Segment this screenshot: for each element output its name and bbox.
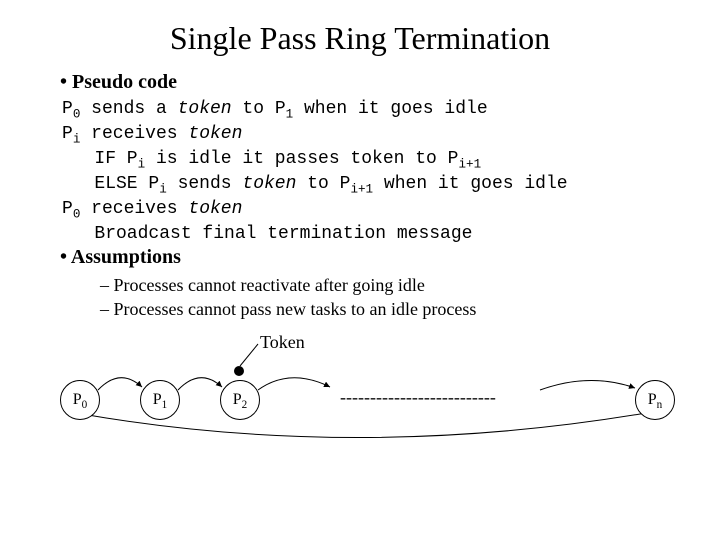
pseudocode-block: P0 sends a token to P1 when it goes idle…	[62, 98, 680, 246]
node-p1: P1	[140, 380, 180, 420]
ring-diagram: Token P0 P1 P2 -------------------------…	[40, 332, 680, 452]
assumption-item: Processes cannot reactivate after going …	[100, 273, 680, 297]
page-title: Single Pass Ring Termination	[40, 20, 680, 57]
section-pseudocode: Pseudo code	[60, 71, 680, 94]
node-p2: P2	[220, 380, 260, 420]
section-assumptions: Assumptions	[60, 246, 680, 269]
token-label: Token	[260, 332, 305, 353]
ellipsis: --------------------------	[340, 387, 496, 408]
node-pn: Pn	[635, 380, 675, 420]
node-p0: P0	[60, 380, 100, 420]
token-dot-icon	[234, 366, 244, 376]
assumption-item: Processes cannot pass new tasks to an id…	[100, 297, 680, 321]
